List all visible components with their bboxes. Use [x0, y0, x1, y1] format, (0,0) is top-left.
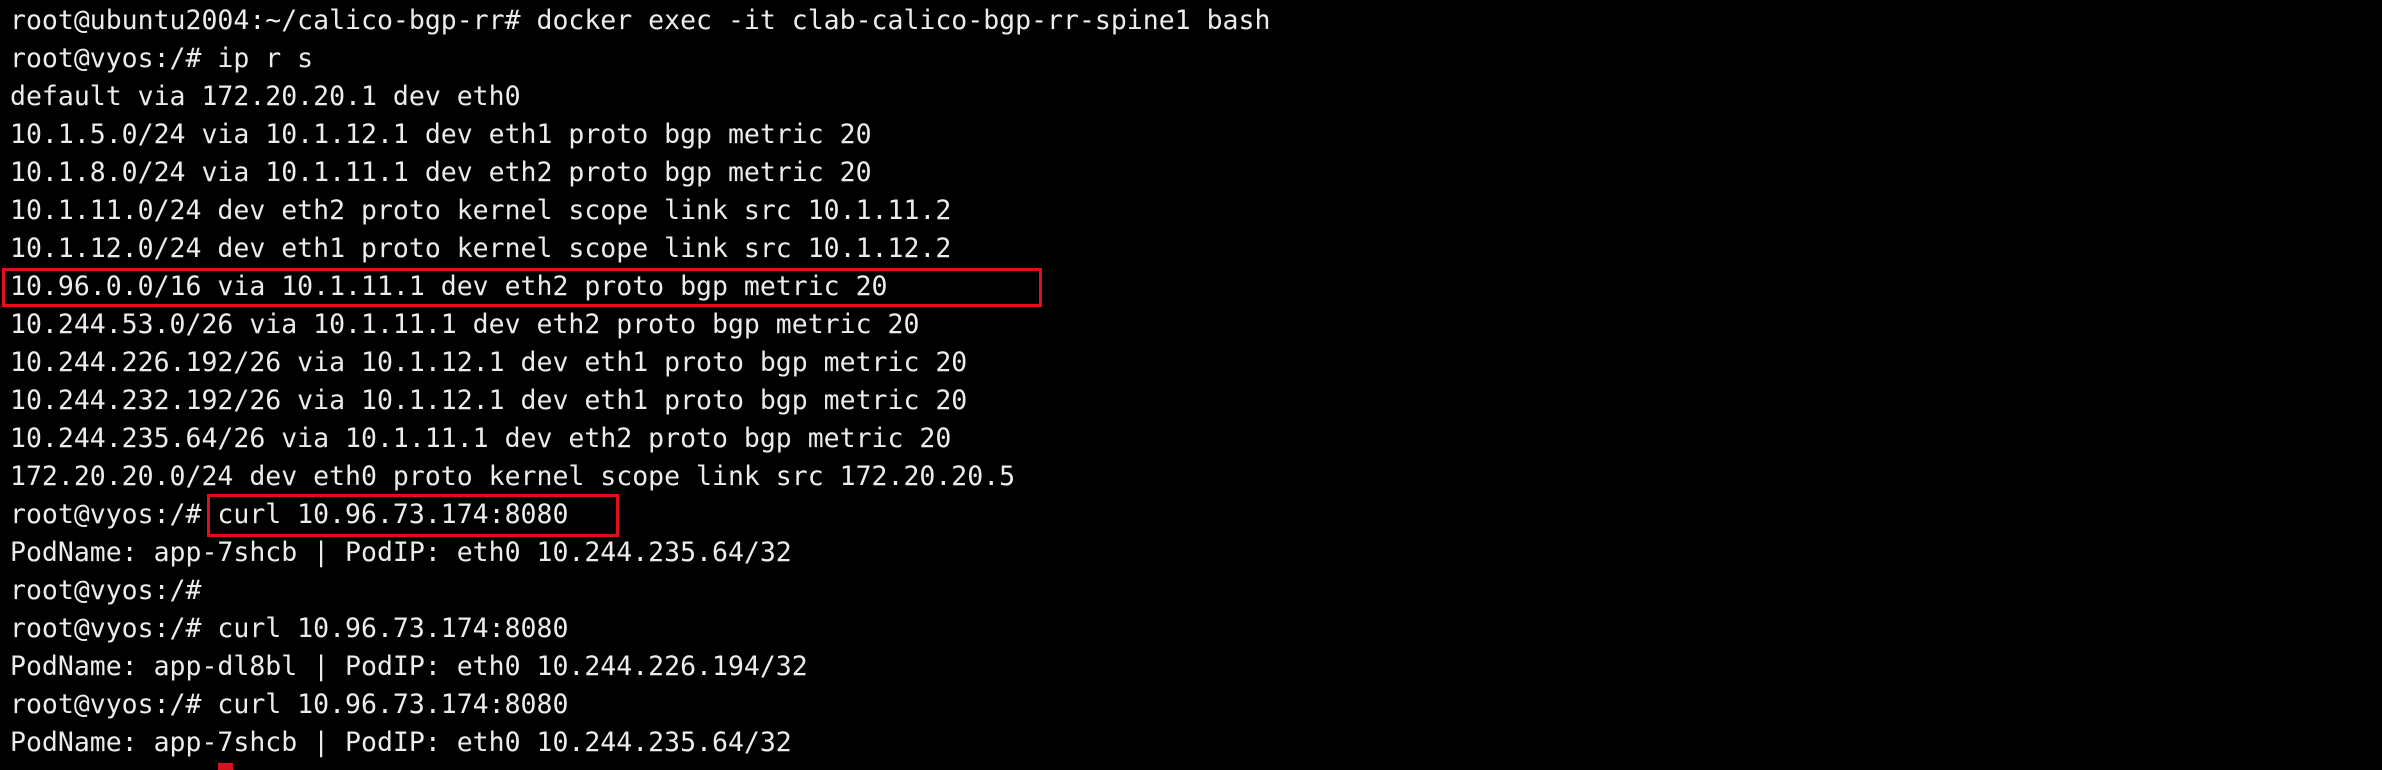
terminal-line-curl-command: root@vyos:/# curl 10.96.73.174:8080 [10, 689, 569, 720]
terminal-line-curl-command: root@vyos:/# curl 10.96.73.174:8080 [10, 613, 569, 644]
terminal-line-route: 10.1.5.0/24 via 10.1.12.1 dev eth1 proto… [10, 119, 872, 150]
terminal-line-route: 10.1.8.0/24 via 10.1.11.1 dev eth2 proto… [10, 157, 872, 188]
terminal-line-route: 10.244.226.192/26 via 10.1.12.1 dev eth1… [10, 347, 968, 378]
terminal-line-ssh-command: root@ubuntu2004:~/calico-bgp-rr# docker … [10, 5, 1271, 36]
terminal-window[interactable]: root@ubuntu2004:~/calico-bgp-rr# docker … [0, 0, 2382, 770]
terminal-line-route: 10.244.53.0/26 via 10.1.11.1 dev eth2 pr… [10, 309, 920, 340]
terminal-line-route-service-cidr: 10.96.0.0/16 via 10.1.11.1 dev eth2 prot… [10, 271, 888, 302]
terminal-line-curl-output: PodName: app-7shcb | PodIP: eth0 10.244.… [10, 727, 792, 758]
terminal-line-curl-command: root@vyos:/# curl 10.96.73.174:8080 [10, 499, 569, 530]
terminal-line-curl-output: PodName: app-7shcb | PodIP: eth0 10.244.… [10, 537, 792, 568]
terminal-line-route: 172.20.20.0/24 dev eth0 proto kernel sco… [10, 461, 1016, 492]
text-cursor [218, 763, 233, 770]
terminal-output: root@ubuntu2004:~/calico-bgp-rr# docker … [10, 2, 2382, 762]
terminal-line-route: 10.1.12.0/24 dev eth1 proto kernel scope… [10, 233, 952, 264]
terminal-line-route: 10.1.11.0/24 dev eth2 proto kernel scope… [10, 195, 952, 226]
terminal-line-route: 10.244.232.192/26 via 10.1.12.1 dev eth1… [10, 385, 968, 416]
terminal-line-prompt: root@vyos:/# [10, 575, 202, 606]
terminal-line-ip-route-command: root@vyos:/# ip r s [10, 43, 314, 74]
terminal-line-route: 10.244.235.64/26 via 10.1.11.1 dev eth2 … [10, 423, 952, 454]
terminal-line-route-default: default via 172.20.20.1 dev eth0 [10, 81, 521, 112]
terminal-line-curl-output: PodName: app-dl8bl | PodIP: eth0 10.244.… [10, 651, 808, 682]
